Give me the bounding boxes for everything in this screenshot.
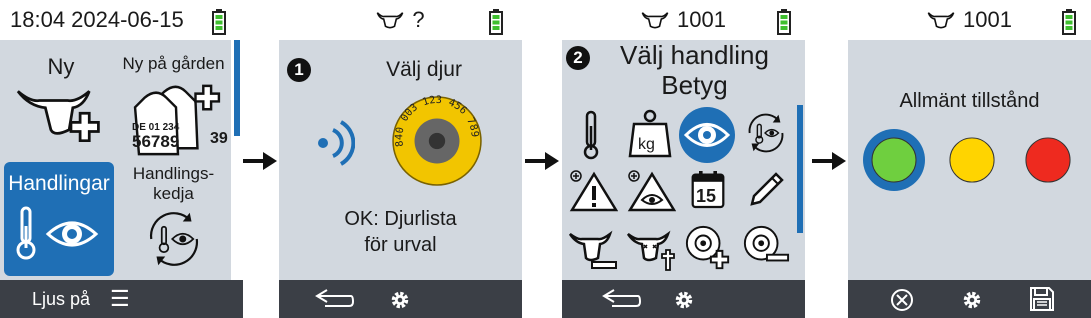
gear-icon[interactable] <box>961 289 983 311</box>
back-arrow-icon[interactable] <box>602 288 642 310</box>
screen-general-condition: 1001 Allmänt tillstånd <box>848 0 1091 318</box>
tile-ny[interactable]: Ny <box>6 44 116 160</box>
battery-icon <box>489 9 503 35</box>
cow-remove-icon[interactable] <box>568 228 618 272</box>
menu-icon[interactable]: ☰ <box>110 286 130 312</box>
action-chain-icon[interactable] <box>742 108 790 158</box>
datetime: 18:04 2024-06-15 <box>10 7 184 32</box>
gear-icon[interactable] <box>389 289 411 311</box>
save-icon[interactable] <box>1029 286 1055 312</box>
cow-icon <box>641 12 669 29</box>
pencil-icon[interactable] <box>746 170 786 210</box>
tag-number-side: 39 <box>210 130 228 147</box>
arrow-right-icon <box>812 152 846 170</box>
screen-select-animal: ? 1 Välj djur 840 003 123 456 789 OK: Dj… <box>279 0 522 318</box>
tile-ny-pa-garden-label: Ny på gården <box>122 54 225 73</box>
ear-tag-add-icon[interactable] <box>684 224 732 272</box>
bottom-bar <box>562 280 805 318</box>
ear-tag-button-icon: 840 003 123 456 789 <box>392 95 482 186</box>
select-animal-panel: 1 Välj djur 840 003 123 456 789 OK: Djur… <box>279 40 522 280</box>
back-arrow-icon[interactable] <box>315 288 355 310</box>
tile-handlingskedja-label-1: Handlings- <box>132 164 215 183</box>
cancel-icon[interactable] <box>890 288 914 312</box>
step-number-badge: 2 <box>566 46 590 70</box>
bottom-bar <box>279 280 522 318</box>
cow-icon <box>377 12 404 29</box>
menu-grid: Ny Ny på gården DE 01 234 56789 39 Handl… <box>0 40 231 280</box>
hint-line-1: OK: Djurlista <box>344 208 457 230</box>
selected-action-label: Betyg <box>661 70 728 100</box>
screen-select-action: 1001 2 Välj handling Betyg kg 15 <box>562 0 805 318</box>
status-bar: ? <box>279 0 522 40</box>
cow-add-icon <box>16 90 100 143</box>
tile-handlingar[interactable]: Handlingar <box>4 162 114 276</box>
scrollbar[interactable] <box>797 105 803 233</box>
animal-id: ? <box>412 7 425 32</box>
tile-handlingskedja-label-2: kedja <box>153 184 194 203</box>
battery-icon <box>212 9 226 35</box>
ear-tag-remove-icon[interactable] <box>742 224 790 272</box>
scrollbar[interactable] <box>234 40 240 136</box>
eye-icon-selected[interactable] <box>678 106 736 164</box>
step-number-badge: 1 <box>287 58 311 82</box>
tile-ny-label: Ny <box>47 54 75 79</box>
thermometer-eye-icon <box>16 206 99 260</box>
status-bar: 18:04 2024-06-15 <box>0 0 243 40</box>
battery-icon <box>777 9 791 35</box>
page-title: Välj handling <box>620 40 769 70</box>
action-chain-icon <box>149 212 199 266</box>
arrow-right-icon <box>525 152 559 170</box>
light-on-label[interactable]: Ljus på <box>32 289 90 310</box>
tile-handlingskedja[interactable]: Handlings- kedja <box>116 162 231 276</box>
weight-kg-label: kg <box>638 136 655 153</box>
animal-id: 1001 <box>677 7 726 32</box>
cow-death-icon[interactable] <box>626 228 676 272</box>
tile-handlingar-label: Handlingar <box>8 172 110 195</box>
status-bar: 1001 <box>848 0 1091 40</box>
status-bar: 1001 <box>562 0 805 40</box>
screen-main-menu: 18:04 2024-06-15 Ny Ny på gården DE 01 2… <box>0 0 243 318</box>
animal-id: 1001 <box>963 7 1012 32</box>
page-title: Välj djur <box>386 58 462 81</box>
page-title: Allmänt tillstånd <box>899 90 1040 112</box>
arrow-right-icon <box>243 152 277 170</box>
condition-bad-button[interactable] <box>1024 136 1072 184</box>
action-grid-panel: 2 Välj handling Betyg kg 15 <box>562 40 805 280</box>
condition-medium-button[interactable] <box>948 136 996 184</box>
gear-icon[interactable] <box>673 289 695 311</box>
condition-good-button[interactable] <box>862 128 926 192</box>
warning-icon[interactable] <box>568 168 618 212</box>
calendar-day: 15 <box>696 186 717 206</box>
tag-number-line2: 56789 <box>132 132 180 151</box>
hint-line-2: för urval <box>364 234 437 256</box>
condition-panel: Allmänt tillstånd <box>848 40 1091 280</box>
cow-icon <box>927 12 955 29</box>
tile-ny-pa-garden[interactable]: Ny på gården DE 01 234 56789 39 <box>116 44 231 160</box>
thermometer-icon[interactable] <box>576 110 606 160</box>
battery-icon <box>1062 9 1076 35</box>
bottom-bar: Ljus på ☰ <box>0 280 243 318</box>
rfid-signal-icon <box>318 120 355 166</box>
observation-icon[interactable] <box>626 168 676 212</box>
bottom-bar <box>848 280 1091 318</box>
